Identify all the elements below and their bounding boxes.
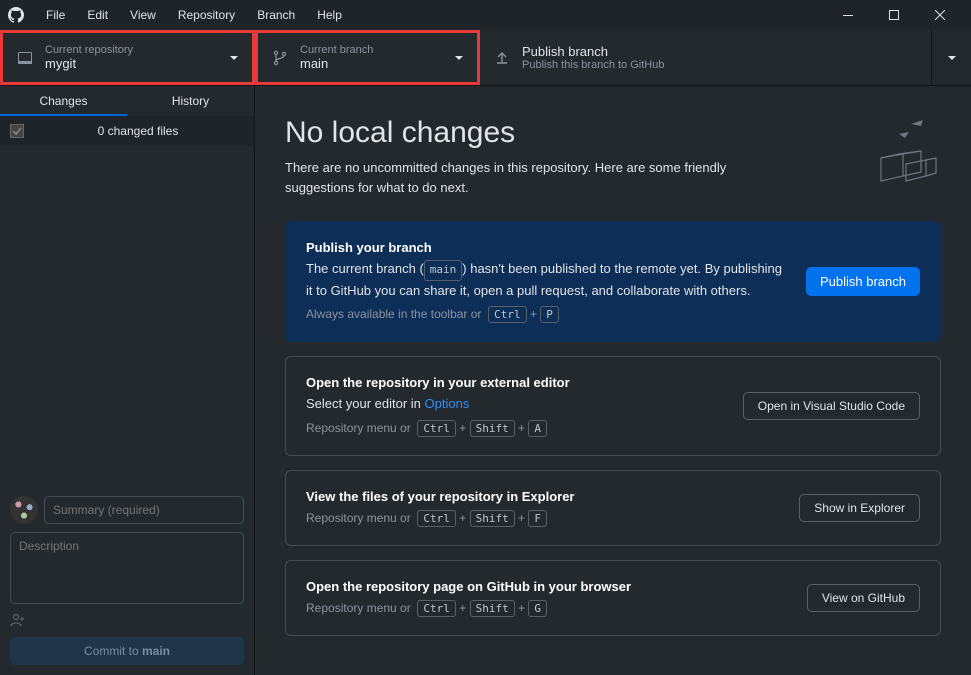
- card-publish-branch: Publish your branch The current branch (…: [285, 221, 941, 342]
- commit-form: Commit to main: [0, 486, 254, 675]
- publish-branch-button[interactable]: Publish branch: [806, 267, 920, 296]
- show-explorer-button[interactable]: Show in Explorer: [799, 494, 920, 522]
- card-title: View the files of your repository in Exp…: [306, 489, 779, 504]
- sidebar-tabs: Changes History: [0, 86, 254, 116]
- select-all-checkbox[interactable]: [10, 124, 24, 138]
- changed-files-count: 0 changed files: [32, 124, 244, 138]
- view-github-button[interactable]: View on GitHub: [807, 584, 920, 612]
- menu-edit[interactable]: Edit: [77, 4, 118, 26]
- repo-label: Current repository: [45, 44, 222, 56]
- branch-label: Current branch: [300, 44, 447, 56]
- publish-label: Publish branch: [522, 44, 917, 59]
- sidebar: Changes History 0 changed files Commit t…: [0, 86, 255, 675]
- card-title: Open the repository page on GitHub in yo…: [306, 579, 787, 594]
- card-hint: Repository menu or Ctrl + Shift + A: [306, 420, 723, 437]
- current-repository-selector[interactable]: Current repository mygit: [0, 30, 255, 85]
- add-coauthor-icon[interactable]: [10, 613, 244, 627]
- menu-file[interactable]: File: [36, 4, 75, 26]
- card-title: Open the repository in your external edi…: [306, 375, 723, 390]
- commit-button[interactable]: Commit to main: [10, 637, 244, 665]
- card-hint: Always available in the toolbar or Ctrl …: [306, 306, 786, 323]
- card-hint: Repository menu or Ctrl + Shift + G: [306, 600, 787, 617]
- avatar: [10, 496, 38, 524]
- repo-value: mygit: [45, 56, 222, 71]
- decorative-illustration: [851, 116, 941, 186]
- description-input[interactable]: [10, 532, 244, 604]
- titlebar: File Edit View Repository Branch Help: [0, 0, 971, 30]
- options-link[interactable]: Options: [425, 396, 470, 411]
- main-content: No local changes There are no uncommitte…: [255, 86, 971, 675]
- page-subtitle: There are no uncommitted changes in this…: [285, 158, 775, 197]
- chevron-down-icon: [455, 56, 463, 60]
- chevron-down-icon: [230, 56, 238, 60]
- publish-branch-toolbar[interactable]: Publish branch Publish this branch to Gi…: [480, 30, 931, 85]
- menu-branch[interactable]: Branch: [247, 4, 305, 26]
- toolbar: Current repository mygit Current branch …: [0, 30, 971, 86]
- changed-files-header: 0 changed files: [0, 116, 254, 146]
- card-open-editor: Open the repository in your external edi…: [285, 356, 941, 456]
- menu-view[interactable]: View: [120, 4, 166, 26]
- github-logo-icon: [8, 7, 24, 23]
- card-show-explorer: View the files of your repository in Exp…: [285, 470, 941, 546]
- card-desc: The current branch (main) hasn't been pu…: [306, 259, 786, 300]
- tab-changes[interactable]: Changes: [0, 86, 127, 116]
- card-desc: Select your editor in Options: [306, 394, 723, 414]
- branch-value: main: [300, 56, 447, 71]
- upload-icon: [494, 50, 510, 66]
- menu-help[interactable]: Help: [307, 4, 352, 26]
- open-editor-button[interactable]: Open in Visual Studio Code: [743, 392, 920, 420]
- close-button[interactable]: [917, 0, 963, 30]
- toolbar-overflow[interactable]: [931, 30, 971, 85]
- maximize-button[interactable]: [871, 0, 917, 30]
- tab-history[interactable]: History: [127, 86, 254, 116]
- branch-icon: [272, 50, 288, 66]
- summary-input[interactable]: [44, 496, 244, 524]
- menubar: File Edit View Repository Branch Help: [36, 4, 352, 26]
- card-hint: Repository menu or Ctrl + Shift + F: [306, 510, 779, 527]
- publish-desc: Publish this branch to GitHub: [522, 59, 917, 71]
- page-title: No local changes: [285, 116, 851, 150]
- menu-repository[interactable]: Repository: [168, 4, 245, 26]
- current-branch-selector[interactable]: Current branch main: [255, 30, 480, 85]
- minimize-button[interactable]: [825, 0, 871, 30]
- window-controls: [825, 0, 963, 30]
- card-title: Publish your branch: [306, 240, 786, 255]
- repo-icon: [17, 50, 33, 66]
- card-view-github: Open the repository page on GitHub in yo…: [285, 560, 941, 636]
